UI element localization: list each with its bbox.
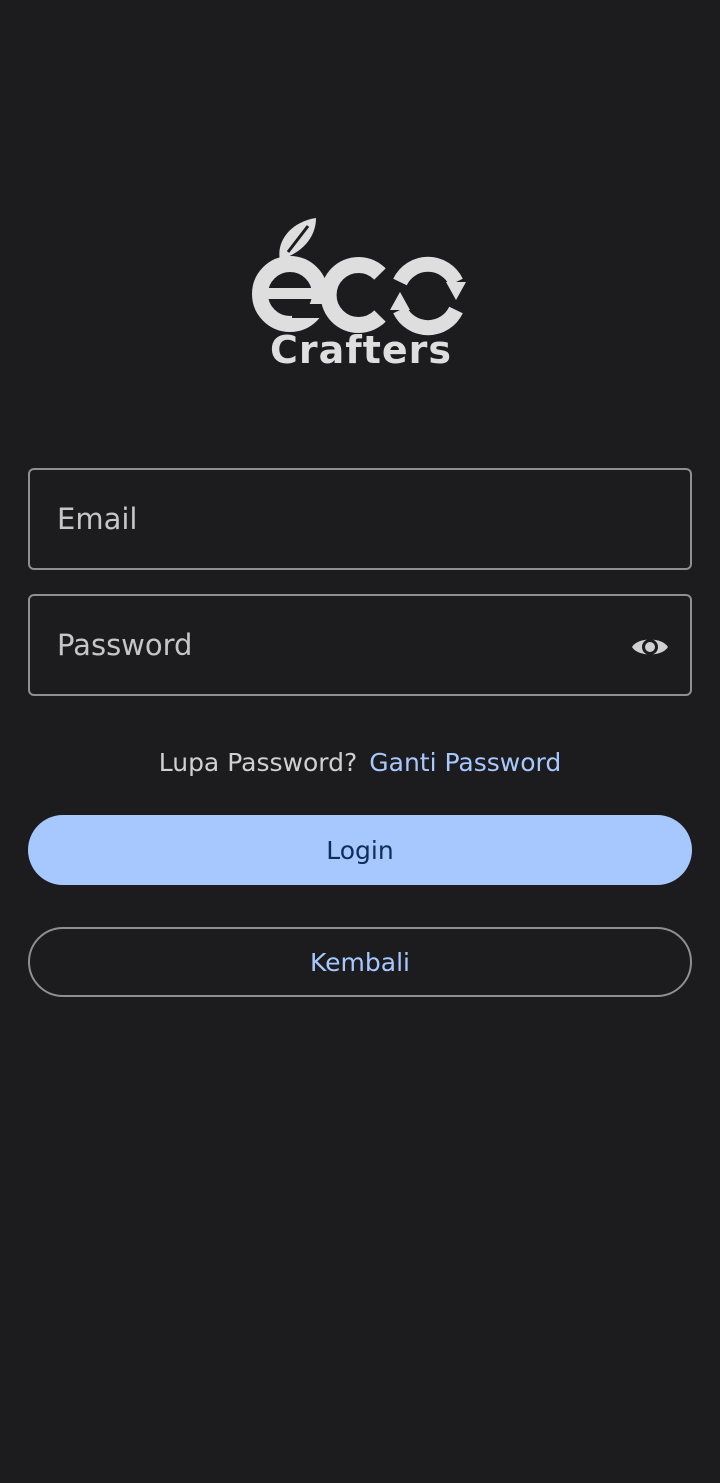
password-field[interactable]	[28, 594, 692, 696]
logo-caption: Crafters	[269, 328, 453, 372]
email-field[interactable]	[28, 468, 692, 570]
login-button-label: Login	[326, 835, 394, 865]
eco-crafters-logo: Crafters	[250, 212, 472, 378]
forgot-password-text: Lupa Password?	[158, 748, 358, 777]
forgot-password-row: Lupa Password? Ganti Password	[0, 748, 720, 777]
show-password-button[interactable]	[630, 627, 670, 667]
change-password-link[interactable]: Ganti Password	[369, 748, 561, 777]
back-button[interactable]: Kembali	[28, 927, 692, 997]
logo-graphic	[252, 218, 466, 336]
password-input[interactable]	[30, 596, 690, 694]
eye-icon	[632, 639, 668, 655]
back-button-label: Kembali	[310, 947, 410, 977]
email-input[interactable]	[30, 470, 690, 568]
login-button[interactable]: Login	[28, 815, 692, 885]
